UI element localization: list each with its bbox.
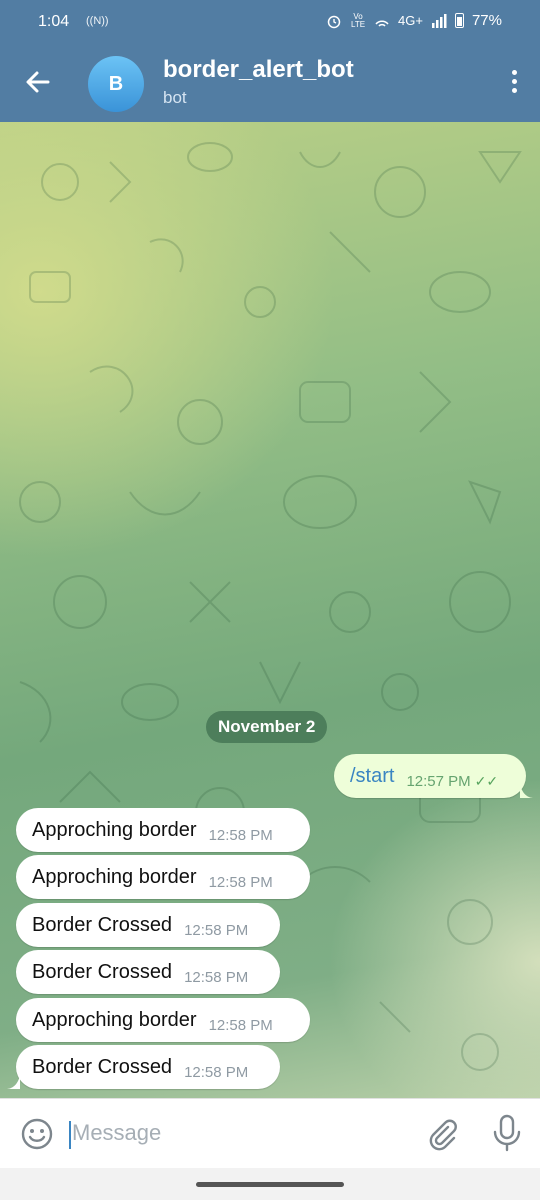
- volte-indicator: Vo LTE: [350, 11, 366, 29]
- battery-percent: 77%: [471, 12, 502, 29]
- battery-icon: [454, 13, 464, 28]
- message-text: Approching border: [32, 1008, 197, 1031]
- chat-subtitle: bot: [163, 88, 187, 107]
- message-text: Border Crossed: [32, 1055, 173, 1078]
- telegram-chat-screen: 1:04 ((N)) Vo LTE 4G+ 77% B border_alert…: [0, 0, 540, 1200]
- incoming-message[interactable]: Border Crossed 12:58 PM: [16, 950, 280, 994]
- incoming-message[interactable]: Approching border 12:58 PM: [16, 855, 310, 899]
- status-time: 1:04: [38, 13, 70, 30]
- hotspot-icon: [375, 20, 389, 27]
- message-time: 12:58 PM: [184, 1063, 249, 1081]
- message-text: Border Crossed: [32, 913, 173, 936]
- message-time: 12:57 PM ✓✓: [406, 773, 498, 790]
- message-time-label: 12:57 PM: [406, 772, 471, 790]
- message-time: 12:58 PM: [208, 873, 273, 891]
- signal-icon: [431, 13, 447, 28]
- message-time: 12:58 PM: [184, 968, 249, 986]
- status-bar: 1:04 ((N)) Vo LTE 4G+ 77%: [0, 0, 540, 44]
- message-composer: Message: [0, 1098, 540, 1169]
- message-text: /start: [350, 764, 395, 787]
- incoming-message[interactable]: Approching border 12:58 PM: [16, 998, 310, 1042]
- kebab-menu-icon[interactable]: [510, 70, 518, 98]
- bot-avatar[interactable]: B: [88, 56, 144, 112]
- message-text: Border Crossed: [32, 960, 173, 983]
- system-nav-bar: [0, 1168, 540, 1200]
- text-cursor: [69, 1121, 71, 1149]
- microphone-icon[interactable]: [492, 1113, 522, 1153]
- message-text: Approching border: [32, 818, 197, 841]
- message-time: 12:58 PM: [208, 826, 273, 844]
- network-type: 4G+: [398, 13, 423, 28]
- alarm-icon: [327, 15, 341, 28]
- incoming-message[interactable]: Approching border 12:58 PM: [16, 808, 310, 852]
- message-input[interactable]: Message: [72, 1120, 161, 1146]
- outgoing-message[interactable]: /start 12:57 PM ✓✓: [334, 754, 526, 798]
- bubble-tail: [6, 1075, 20, 1089]
- chat-header: B border_alert_bot bot: [0, 44, 540, 122]
- chat-area[interactable]: November 2 /start 12:57 PM ✓✓ Approching …: [0, 122, 540, 1098]
- double-check-icon: ✓✓: [474, 772, 499, 789]
- message-time: 12:58 PM: [208, 1016, 273, 1034]
- attach-icon[interactable]: [424, 1115, 460, 1151]
- status-right: Vo LTE 4G+ 77%: [326, 12, 502, 29]
- incoming-message[interactable]: Border Crossed 12:58 PM: [16, 1045, 280, 1089]
- chat-title[interactable]: border_alert_bot: [163, 56, 354, 84]
- home-gesture-handle[interactable]: [196, 1182, 344, 1187]
- incoming-message[interactable]: Border Crossed 12:58 PM: [16, 903, 280, 947]
- message-text: Approching border: [32, 865, 197, 888]
- bubble-tail: [520, 784, 534, 798]
- nfc-indicator: ((N)): [86, 15, 109, 27]
- date-separator: November 2: [206, 711, 328, 743]
- message-time: 12:58 PM: [184, 921, 249, 939]
- back-arrow-icon[interactable]: [20, 64, 56, 100]
- emoji-icon[interactable]: [20, 1117, 54, 1151]
